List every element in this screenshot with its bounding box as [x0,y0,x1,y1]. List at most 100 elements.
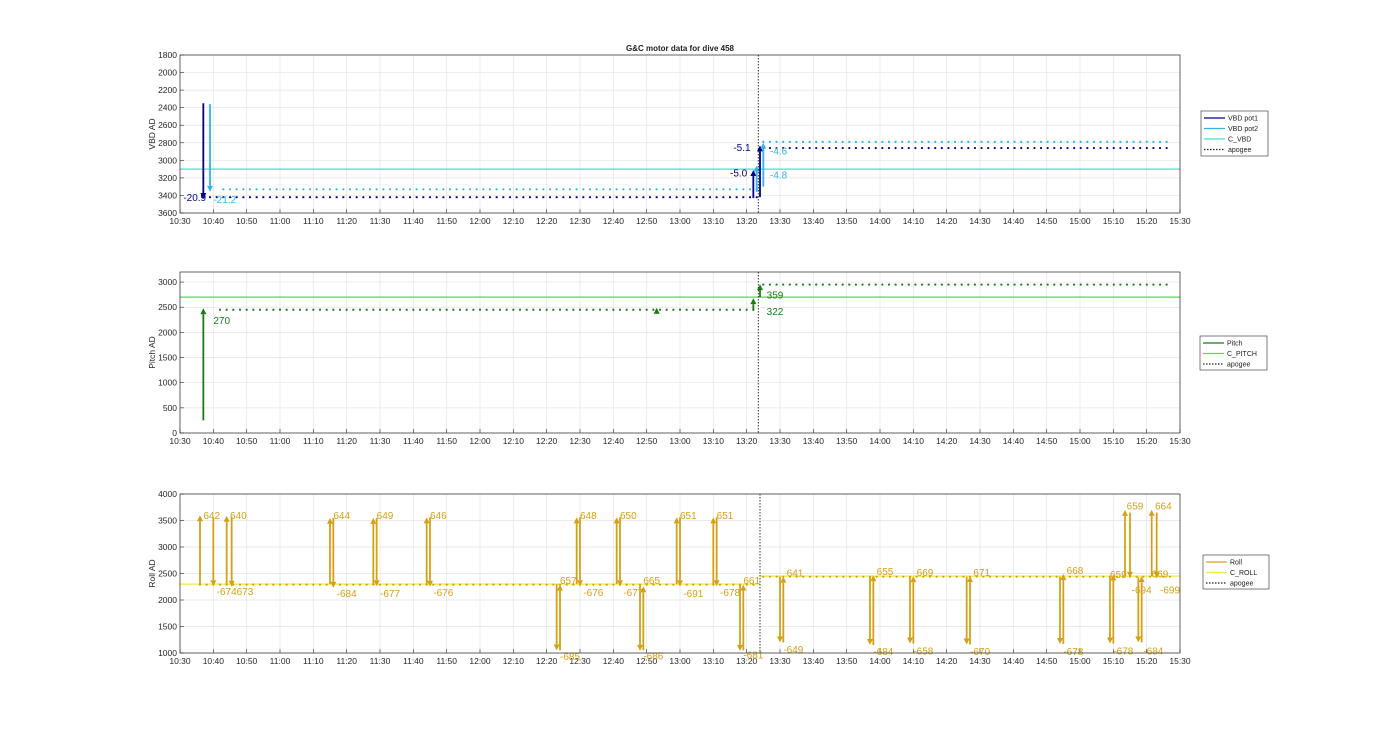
data-point-roll [1035,575,1038,578]
data-point-vbd-pot1 [302,196,305,199]
data-point-pitch [298,308,302,311]
data-point-vbd-pot1 [1033,146,1036,150]
x-tick-label: 15:30 [1169,656,1191,666]
x-tick-label: 13:00 [669,656,691,666]
data-point-vbd-pot1 [967,146,970,150]
data-point-vbd-pot1 [602,196,605,199]
x-tick-label: 12:40 [603,436,625,446]
move-value-label: -5.1 [733,143,751,154]
data-point-vbd-pot2 [1092,140,1096,143]
data-point-vbd-pot1 [628,196,632,199]
chart-roll: 10:30 10:40 10:50 11:00 11:10 11:20 11:30 11:40… [147,489,1270,666]
data-point-roll [338,583,342,586]
data-point-pitch [652,308,655,311]
data-point-roll [385,583,388,586]
data-point-pitch [1139,283,1142,286]
data-point-pitch [412,308,415,311]
data-point-pitch [960,283,963,286]
y-axis-label: Pitch AD [147,336,157,369]
data-point-pitch [705,308,708,311]
move-value-label: -694 [1132,585,1152,596]
data-point-vbd-pot1 [821,146,824,150]
x-tick-label: 10:50 [236,216,258,226]
data-point-vbd-pot1 [468,196,472,199]
x-tick-label: 11:00 [270,656,291,666]
data-point-vbd-pot2 [722,188,725,191]
data-point-pitch [405,308,408,311]
move-value-label: 659 [1127,502,1144,513]
data-point-pitch [232,308,235,311]
x-tick-label: 11:10 [303,216,324,226]
data-point-roll [698,583,702,586]
data-point-vbd-pot1 [242,196,245,199]
data-point-pitch [718,308,722,311]
data-point-roll [1002,575,1005,578]
move-value-label: 642 [203,511,220,522]
x-tick-label: 10:40 [203,656,225,666]
data-point-vbd-pot1 [940,146,943,150]
move-value-label: 659 [1110,570,1127,581]
data-point-vbd-pot1 [375,196,378,199]
data-point-pitch [492,308,495,311]
chart-layer: 10:30 10:40 10:50 11:00 11:10 11:20 11:30 11:40… [147,50,1270,666]
data-point-pitch [782,283,785,286]
move-value-label: -684 [337,589,357,600]
data-point-vbd-pot2 [702,188,705,191]
y-tick-label: 2000 [158,68,177,78]
data-point-pitch [1046,283,1049,286]
data-point-vbd-pot2 [622,188,625,191]
data-point-vbd-pot2 [688,188,692,191]
data-point-pitch [365,308,368,311]
data-point-vbd-pot2 [228,188,232,191]
data-point-pitch [225,308,228,311]
data-point-roll [1042,575,1045,578]
data-point-roll [732,583,735,586]
data-point-roll [1168,575,1172,578]
data-point-vbd-pot2 [940,140,943,143]
x-tick-label: 14:20 [936,216,958,226]
data-point-vbd-pot1 [548,196,552,199]
data-point-roll [205,583,208,586]
x-tick-label: 11:50 [436,216,457,226]
data-point-vbd-pot2 [927,140,930,143]
data-point-vbd-pot1 [841,146,844,150]
data-point-vbd-pot1 [755,196,758,199]
x-tick-label: 12:20 [536,656,558,666]
data-point-pitch [598,308,602,311]
data-point-vbd-pot2 [375,188,378,191]
x-tick-label: 14:00 [869,436,891,446]
data-point-vbd-pot2 [1039,140,1043,143]
data-point-pitch [658,308,662,311]
move-value-label: 322 [767,307,784,318]
data-point-pitch [732,308,735,311]
data-point-vbd-pot2 [768,140,772,143]
data-point-pitch [920,283,924,286]
x-tick-label: 12:40 [603,216,625,226]
x-tick-label: 11:30 [370,216,391,226]
data-point-roll [1022,575,1025,578]
move-value-label: -677 [623,588,643,599]
data-point-vbd-pot1 [1099,146,1102,150]
data-point-vbd-pot1 [295,196,298,199]
x-tick-label: 15:20 [1136,436,1158,446]
data-point-vbd-pot2 [522,188,525,191]
data-point-pitch [665,308,668,311]
data-point-vbd-pot2 [1053,140,1056,143]
x-tick-label: 11:00 [270,436,291,446]
data-point-vbd-pot1 [315,196,318,199]
data-point-pitch [768,283,772,286]
data-point-vbd-pot1 [668,196,672,199]
data-point-vbd-pot1 [748,196,752,199]
data-point-pitch [762,283,765,286]
data-point-roll [692,583,695,586]
move-value-label: 646 [430,511,447,522]
data-point-vbd-pot2 [308,188,312,191]
data-point-pitch [934,283,937,286]
x-tick-label: 14:00 [869,216,891,226]
data-point-vbd-pot1 [1165,146,1168,150]
data-point-vbd-pot2 [548,188,552,191]
legend-pitch: Pitch C_PITCHapogee [1199,335,1268,371]
data-point-vbd-pot2 [515,188,518,191]
data-point-pitch [1033,283,1036,286]
data-point-vbd-pot2 [934,140,937,143]
